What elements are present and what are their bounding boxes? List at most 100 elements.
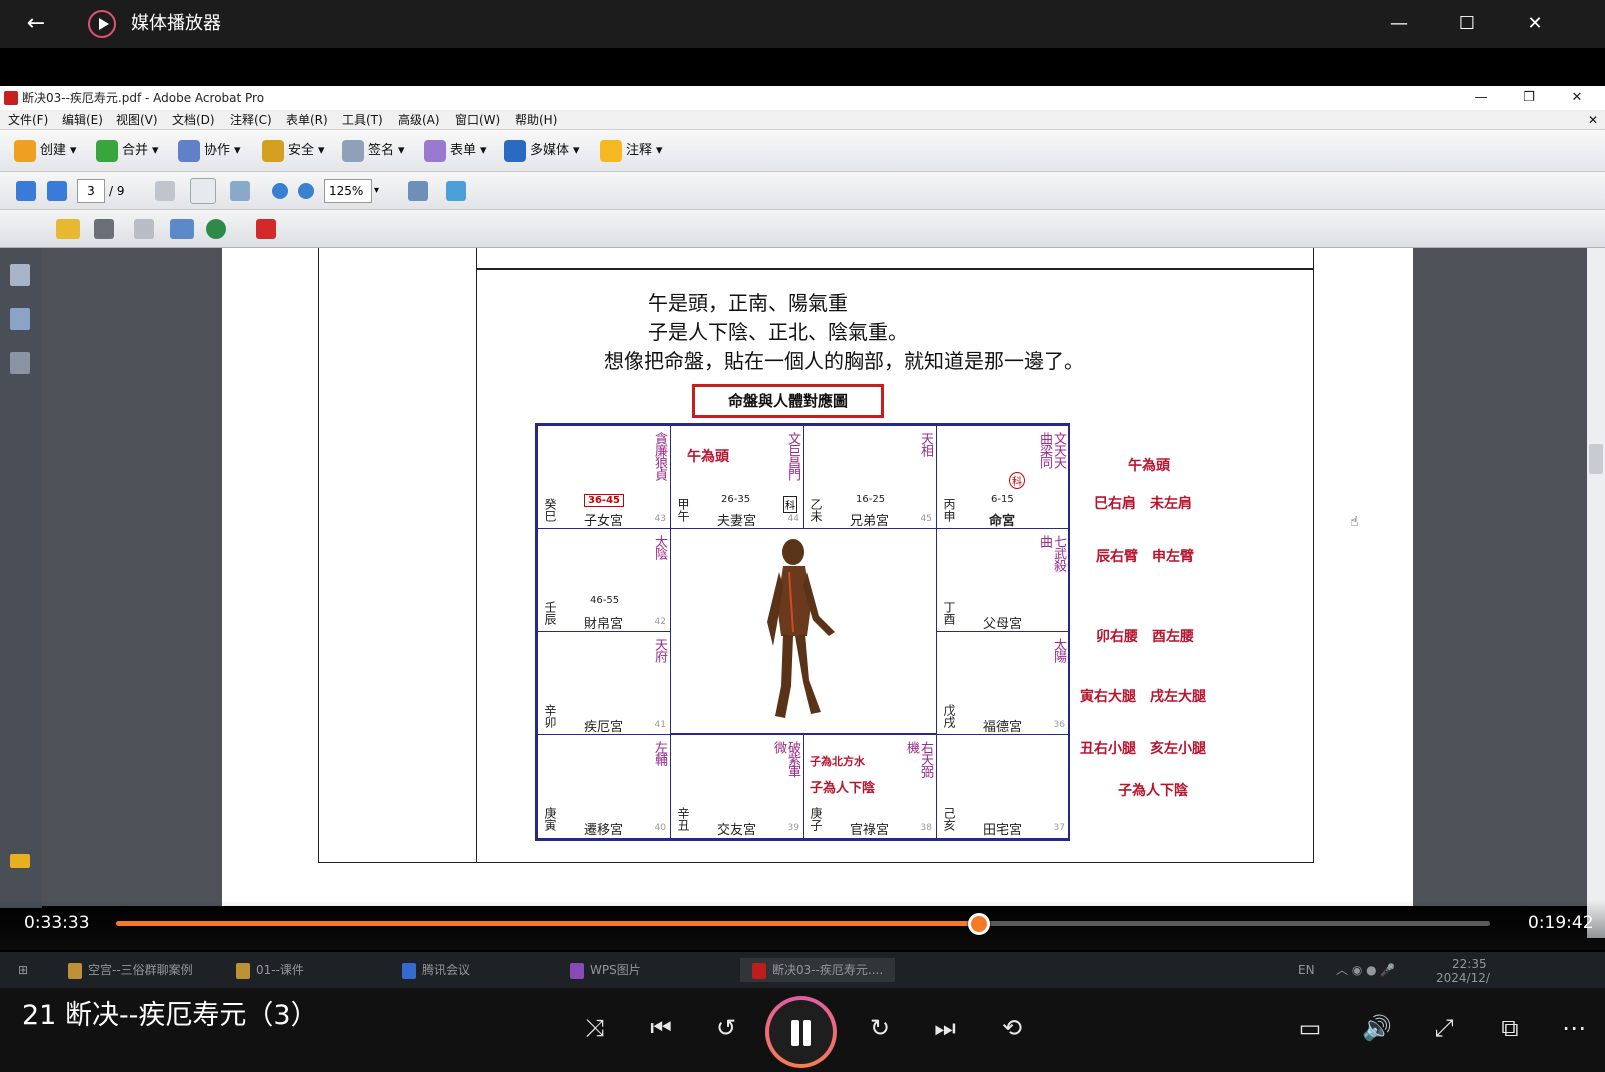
cell-friends: 破紫軍微 辛丑 交友宮 39	[670, 734, 804, 839]
tool-multimedia: 多媒体 ▾	[504, 138, 580, 164]
fit-page-icon	[408, 181, 428, 201]
video-taskbar: ⊞ 空宫--三俗群聊案例 01--课件 腾讯会议 WPS图片 断决03--疾厄寿…	[0, 952, 1605, 988]
prev-page-icon	[16, 181, 36, 201]
player-controls: 21 断决--疾厄寿元（3） ⤨ ⏮ ↺ ↻ ⏭ ⟲ ▭ 🔊 ⤢ ⧉ ⋯	[0, 988, 1605, 1072]
combine-icon	[96, 140, 118, 162]
zoom-out-icon	[272, 183, 288, 199]
repeat-off-icon[interactable]: ⟲	[992, 1008, 1032, 1048]
menu-document: 文档(D)	[172, 113, 215, 127]
document-scrollbar	[1587, 248, 1605, 938]
forward-30-icon[interactable]: ↻	[860, 1008, 900, 1048]
more-options-icon[interactable]: ⋯	[1554, 1008, 1594, 1048]
task-item-4: WPS图片	[570, 958, 641, 982]
text-line-1: 午是頭，正南、陽氣重	[648, 291, 848, 315]
menu-advanced: 高级(A)	[398, 113, 440, 127]
plugin-icon	[256, 219, 276, 239]
cell-children: 貪廉狼貞 36-45 癸巳 子女宮 43	[537, 425, 671, 529]
tool-create: 创建 ▾	[14, 138, 77, 164]
cell-life-palace: 文天天曲梁同 科 6-15 丙申 命宮	[936, 425, 1070, 529]
menu-edit: 编辑(E)	[62, 113, 103, 127]
create-icon	[14, 140, 36, 162]
pdf-icon	[4, 91, 18, 105]
back-button[interactable]: ←	[18, 10, 54, 38]
pause-button[interactable]	[765, 996, 837, 1068]
cell-career: 子為北方水 子為人下陰 右天弼機 庚子 官祿宮 38	[803, 734, 937, 839]
menu-window: 窗口(W)	[455, 113, 501, 127]
fit-width-icon	[446, 181, 466, 201]
navigation-panel	[0, 248, 42, 908]
hand-tool-icon	[190, 178, 216, 204]
date: 2024/12/	[1436, 971, 1490, 985]
shuffle-icon[interactable]: ⤨	[575, 1008, 615, 1048]
acrobat-toolbar-nav: 3 / 9 125% ▾	[0, 172, 1605, 210]
task-item-5: 断决03--疾厄寿元....	[740, 958, 896, 982]
select-text-icon	[155, 181, 175, 201]
bodypart-head: 午為頭	[1128, 458, 1170, 474]
tencent-meeting-icon	[402, 962, 416, 979]
page-total: / 9	[109, 184, 125, 198]
comments-panel-icon	[10, 854, 30, 868]
elapsed-time: 0:33:33	[24, 913, 90, 933]
fullscreen-icon[interactable]: ⤢	[1424, 1008, 1464, 1048]
folder-icon	[236, 962, 250, 979]
pen-icon	[342, 140, 364, 162]
bodypart-calves: 丑右小腿 亥左小腿	[1080, 741, 1206, 757]
bodypart-shoulders: 巳右肩 未左肩	[1094, 496, 1192, 512]
multimedia-icon	[504, 140, 526, 162]
upload-icon	[206, 219, 226, 239]
next-icon[interactable]: ⏭	[925, 1008, 965, 1048]
tool-combine: 合并 ▾	[96, 138, 159, 164]
title-bar: ← 媒体播放器 — ☐ ✕	[0, 0, 1605, 48]
cell-property: 己亥 田宅宮 37	[936, 734, 1070, 839]
scroll-thumb	[1589, 444, 1603, 474]
seek-thumb[interactable]	[967, 913, 990, 935]
cell-spouse: 午為頭 文巨昌門 科 26-35 甲午 夫妻宮 44	[670, 425, 804, 529]
task-item-1: 空宫--三俗群聊案例	[68, 958, 193, 982]
mini-player-icon[interactable]: ⧉	[1490, 1008, 1530, 1048]
pages-icon	[10, 264, 30, 286]
cell-siblings: 天相 16-25 乙未 兄弟宮 45	[803, 425, 937, 529]
form-icon	[424, 140, 446, 162]
app-title: 媒体播放器	[131, 13, 221, 34]
maximize-button[interactable]: ☐	[1444, 8, 1490, 40]
signatures-icon	[10, 352, 30, 374]
tool-sign: 签名 ▾	[342, 138, 405, 164]
pause-icon	[769, 1000, 833, 1064]
pdf-icon	[752, 962, 766, 979]
save-icon	[134, 219, 154, 239]
zoom-dropdown-icon: ▾	[374, 185, 380, 196]
captions-icon[interactable]: ▭	[1290, 1008, 1330, 1048]
media-player-window: ← 媒体播放器 — ☐ ✕ 断决03--疾厄寿元.pdf - Adobe Acr…	[0, 0, 1605, 1072]
rewind-10-icon[interactable]: ↺	[706, 1008, 746, 1048]
acrobat-toolbar-file	[0, 210, 1605, 248]
menu-forms: 表单(R)	[286, 113, 328, 127]
cell-health: 天府 辛卯 疾厄宮 41	[537, 631, 671, 735]
zoom-in-icon	[298, 183, 314, 199]
hand-cursor-icon: ☝	[1350, 514, 1359, 530]
next-page-icon	[47, 181, 67, 201]
acrobat-menu-bar: 文件(F) 编辑(E) 视图(V) 文档(D) 注释(C) 表单(R) 工具(T…	[0, 110, 1605, 130]
bookmarks-icon	[10, 308, 30, 330]
tray-icons: ︿ ◉ ● 🎤	[1336, 963, 1396, 977]
task-item-3: 腾讯会议	[402, 958, 470, 982]
bodypart-waist: 卯右腰 酉左腰	[1096, 629, 1194, 645]
previous-icon[interactable]: ⏮	[641, 1008, 681, 1048]
tool-secure: 安全 ▾	[262, 138, 325, 164]
menu-view: 视图(V)	[116, 113, 158, 127]
zoom-tool-icon	[230, 181, 250, 201]
text-line-3: 想像把命盤，貼在一個人的胸部，就知道是那一邊了。	[604, 349, 1084, 373]
menu-help: 帮助(H)	[515, 113, 558, 127]
seek-progress	[116, 921, 979, 926]
menu-file: 文件(F)	[8, 113, 49, 127]
minimize-button[interactable]: —	[1376, 8, 1422, 40]
now-playing-title: 21 断决--疾厄寿元（3）	[22, 1000, 318, 1031]
menu-comments: 注释(C)	[230, 113, 272, 127]
volume-icon[interactable]: 🔊	[1357, 1008, 1397, 1048]
acrobat-restore-icon: ❐	[1523, 90, 1535, 105]
close-button[interactable]: ✕	[1512, 8, 1558, 40]
input-language: EN	[1298, 963, 1315, 977]
cell-parents: 七武殺曲 丁酉 父母宮	[936, 528, 1070, 632]
start-icon: ⊞	[18, 963, 29, 977]
task-item-2: 01--课件	[236, 958, 304, 982]
open-folder-icon	[56, 219, 80, 239]
